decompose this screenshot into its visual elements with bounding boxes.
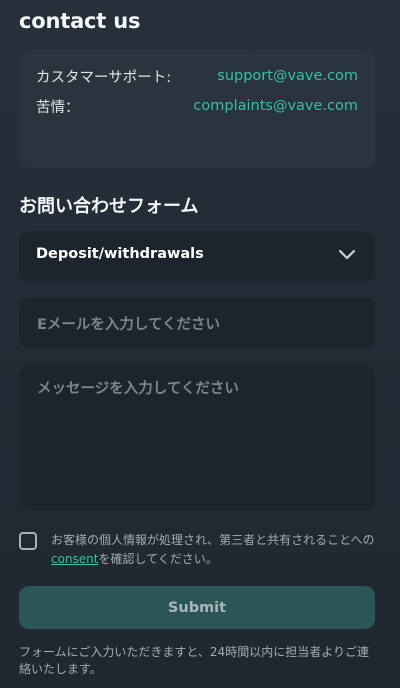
consent-checkbox[interactable] — [19, 532, 37, 550]
complaints-email-link[interactable]: complaints@vave.com — [193, 98, 358, 114]
contact-row-complaints: 苦情： complaints@vave.com — [36, 96, 358, 116]
support-label: カスタマーサポート: — [36, 69, 172, 86]
email-placeholder: Eメールを入力してください — [37, 317, 221, 333]
footer-note: フォームにご入力いただきますと、24時間以内に担当者よりご連絡いたします。 — [19, 645, 369, 676]
consent-text-before: お客様の個人情報が処理され、第三者と共有されることへの — [51, 533, 375, 547]
support-email-link[interactable]: support@vave.com — [217, 68, 358, 84]
message-field[interactable]: メッセージを入力してください — [19, 365, 375, 510]
contact-row-support: カスタマーサポート: support@vave.com — [36, 66, 358, 86]
message-placeholder: メッセージを入力してください — [37, 381, 239, 397]
consent-link[interactable]: consent — [51, 552, 99, 566]
form-title: お問い合わせフォーム — [19, 196, 199, 217]
chevron-down-icon — [338, 249, 356, 260]
topic-select[interactable]: Deposit/withdrawals — [19, 231, 375, 281]
complaints-label: 苦情： — [36, 99, 80, 116]
contact-info-card: カスタマーサポート: support@vave.com 苦情： complain… — [19, 50, 375, 168]
consent-text-after: を確認してください。 — [98, 552, 218, 566]
page-title: contact us — [19, 9, 141, 33]
topic-select-value: Deposit/withdrawals — [36, 246, 204, 262]
email-field[interactable]: Eメールを入力してください — [19, 298, 375, 348]
consent-text: お客様の個人情報が処理され、第三者と共有されることへの consentを確認してく… — [51, 531, 377, 569]
submit-button[interactable]: Submit — [19, 586, 375, 629]
